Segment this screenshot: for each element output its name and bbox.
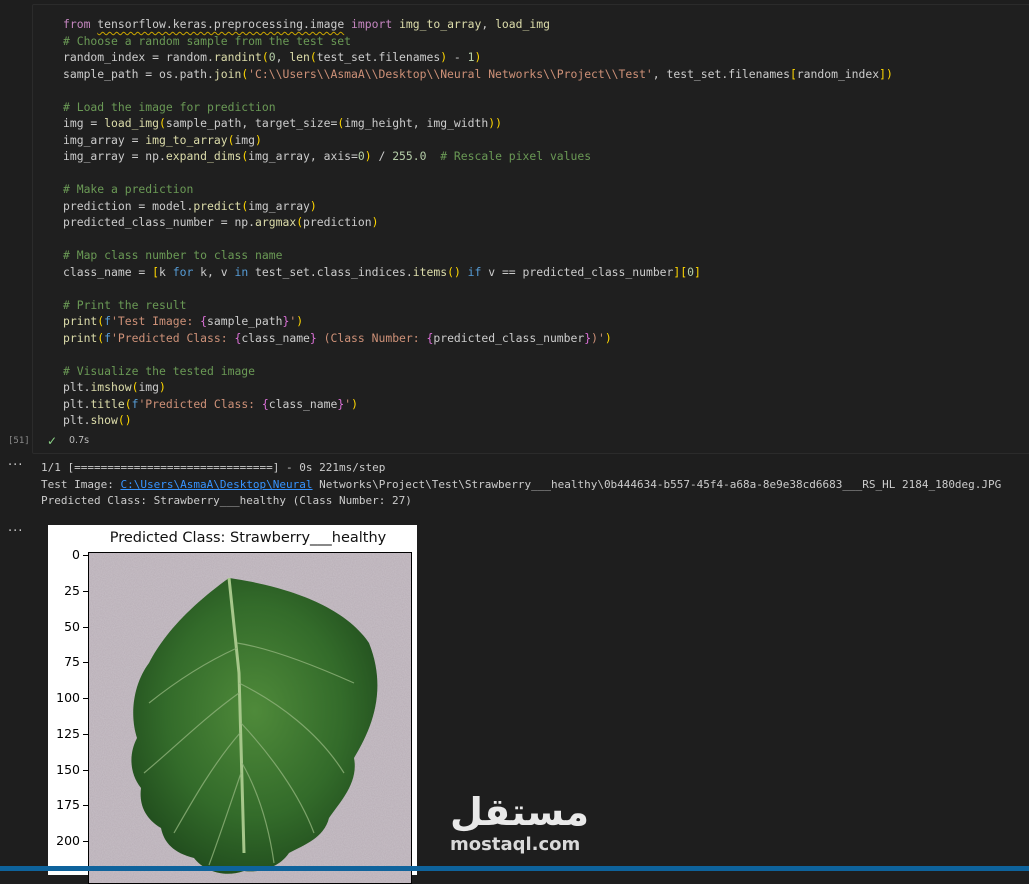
code-line[interactable]: img_array = img_to_array(img) [63, 132, 893, 149]
leaf-image [88, 552, 412, 884]
execution-count: [51] [8, 436, 30, 446]
progress-line: 1/1 [==============================] - 0… [41, 461, 386, 474]
text-output: 1/1 [==============================] - 0… [41, 460, 1001, 510]
code-line[interactable]: # Choose a random sample from the test s… [63, 33, 893, 50]
code-line[interactable]: # Print the result [63, 297, 893, 314]
code-line[interactable]: img = load_img(sample_path, target_size=… [63, 115, 893, 132]
code-line[interactable]: # Load the image for prediction [63, 99, 893, 116]
code-line[interactable] [63, 82, 893, 99]
code-line[interactable]: print(f'Predicted Class: {class_name} (C… [63, 330, 893, 347]
code-line[interactable]: predicted_class_number = np.argmax(predi… [63, 214, 893, 231]
code-line[interactable]: class_name = [k for k, v in test_set.cla… [63, 264, 893, 281]
code-line[interactable]: # Visualize the tested image [63, 363, 893, 380]
figure-title: Predicted Class: Strawberry___healthy [109, 530, 387, 546]
code-line[interactable] [63, 231, 893, 248]
code-line[interactable]: plt.imshow(img) [63, 379, 893, 396]
test-image-path-link[interactable]: C:\Users\AsmaA\Desktop\Neural [120, 478, 312, 491]
y-tick-label: 175 [56, 797, 80, 813]
watermark-arabic: مستقل [450, 790, 589, 834]
y-tick-label: 50 [64, 618, 80, 634]
success-check-icon: ✓ [47, 434, 58, 448]
code-line[interactable]: plt.show() [63, 412, 893, 429]
figure-more-button[interactable]: ... [8, 520, 23, 535]
matplotlib-figure: Predicted Class: Strawberry___healthy 0 2… [48, 525, 417, 884]
y-tick-label: 100 [56, 690, 80, 705]
test-image-line: Test Image: C:\Users\AsmaA\Desktop\Neura… [41, 477, 1002, 491]
code-line[interactable]: random_index = random.randint(0, len(tes… [63, 49, 893, 66]
code-line[interactable]: # Make a prediction [63, 181, 893, 198]
code-line[interactable]: prediction = model.predict(img_array) [63, 198, 893, 215]
watermark-latin: mostaql.com [450, 834, 581, 855]
y-tick-label: 200 [56, 833, 80, 848]
strawberry-leaf-image [89, 553, 411, 883]
execution-duration: 0.7s [69, 435, 90, 446]
output-more-button[interactable]: ... [8, 454, 23, 469]
code-line[interactable]: plt.title(f'Predicted Class: {class_name… [63, 396, 893, 413]
y-tick-label: 25 [64, 582, 80, 598]
code-line[interactable]: from tensorflow.keras.preprocessing.imag… [63, 16, 893, 33]
code-line[interactable]: sample_path = os.path.join('C:\\Users\\A… [63, 66, 893, 83]
code-line[interactable] [63, 165, 893, 182]
mostaql-watermark: مستقل mostaql.com [450, 790, 589, 855]
status-bar-strip [0, 866, 1029, 871]
code-line[interactable]: img_array = np.expand_dims(img_array, ax… [63, 148, 893, 165]
y-tick-label: 75 [64, 654, 80, 670]
y-tick-label: 125 [56, 725, 80, 741]
code-cell[interactable]: from tensorflow.keras.preprocessing.imag… [32, 4, 1029, 454]
code-line[interactable] [63, 280, 893, 297]
predicted-class-line: Predicted Class: Strawberry___healthy (C… [41, 494, 412, 507]
code-line[interactable]: # Map class number to class name [63, 247, 893, 264]
y-tick-label: 0 [72, 547, 80, 562]
y-tick-label: 150 [56, 761, 80, 777]
code-editor[interactable]: from tensorflow.keras.preprocessing.imag… [63, 16, 893, 429]
code-line[interactable]: print(f'Test Image: {sample_path}') [63, 313, 893, 330]
code-line[interactable] [63, 346, 893, 363]
